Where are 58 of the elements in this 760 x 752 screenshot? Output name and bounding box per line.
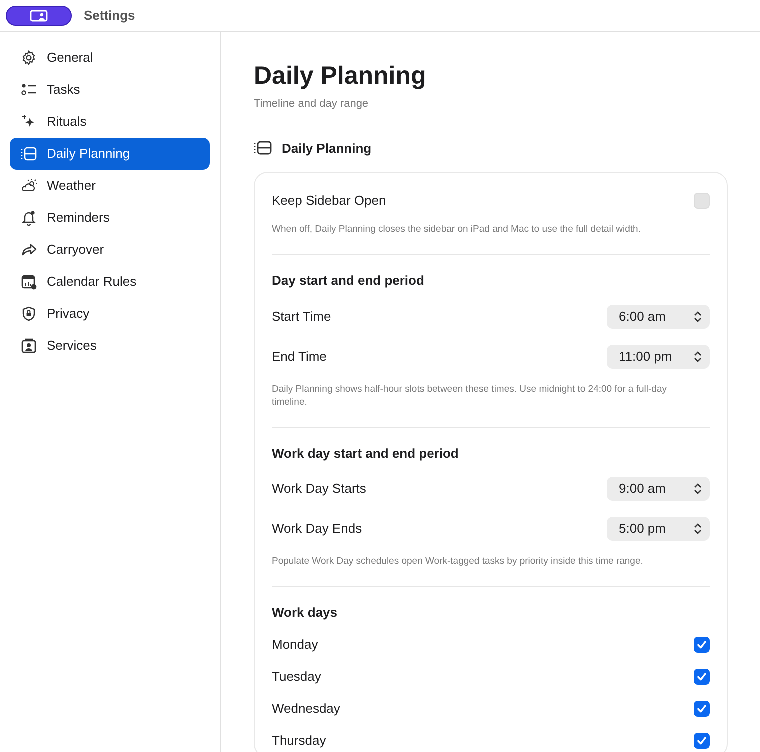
- checkmark-icon: [697, 672, 707, 682]
- page-title: Daily Planning: [254, 61, 428, 92]
- setting-label: Keep Sidebar Open: [272, 192, 386, 210]
- forward-arrow-icon: [21, 242, 37, 258]
- page-subtitle: Timeline and day range: [254, 97, 370, 112]
- sidebar-item[interactable]: Weather: [10, 170, 210, 202]
- stepper-icon: [694, 483, 702, 495]
- checkmark-icon: [697, 736, 707, 746]
- checkbox[interactable]: [694, 668, 710, 684]
- checkmark-icon: [697, 640, 707, 650]
- sun-cloud-icon: [21, 178, 37, 194]
- group-heading: Work day start and end period: [272, 444, 460, 463]
- sidebar-item[interactable]: Carryover: [10, 234, 210, 266]
- sidebar-item[interactable]: Rituals: [10, 106, 210, 138]
- stepper-icon: [694, 350, 702, 362]
- sidebar-item[interactable]: Privacy: [10, 298, 210, 330]
- planner-icon: [254, 141, 272, 156]
- setting-label: Tuesday: [272, 668, 322, 686]
- setting-label: Start Time: [272, 308, 332, 326]
- help-text: When off, Daily Planning closes the sidebar on iPad and Mac to use the full detail width.: [272, 223, 642, 236]
- group-heading: Day start and end period: [272, 272, 426, 290]
- setting-label: Wednesday: [272, 700, 340, 718]
- time-picker[interactable]: 6:00 am: [607, 304, 710, 328]
- help-text: Populate Work Day schedules open Work-tagged tasks by priority inside this time range.: [272, 555, 644, 568]
- checkbox[interactable]: [694, 732, 710, 748]
- sidebar-item[interactable]: Services: [10, 330, 210, 362]
- setting-label: Monday: [272, 636, 318, 654]
- setting-label: Work Day Starts: [272, 480, 366, 498]
- sidebar-item[interactable]: Calendar Rules: [10, 266, 210, 298]
- person-card-icon: [21, 338, 37, 354]
- setting-label: Thursday: [272, 732, 326, 750]
- time-picker[interactable]: 9:00 am: [607, 477, 710, 501]
- checkbox[interactable]: [694, 700, 710, 716]
- window-title: Settings: [84, 6, 136, 25]
- sidebar-item[interactable]: Tasks: [10, 74, 210, 106]
- settings-icon: [21, 50, 37, 66]
- planner-icon: [21, 146, 37, 162]
- shield-lock-icon: [21, 306, 37, 322]
- bell-icon: [21, 210, 37, 226]
- sidebar-item[interactable]: General: [10, 42, 210, 74]
- setting-label: Work Day Ends: [272, 520, 362, 538]
- group-heading: Work days: [272, 604, 339, 622]
- checklist-icon: [21, 82, 37, 98]
- calendar-icon: [21, 274, 37, 290]
- checkbox[interactable]: [694, 193, 710, 209]
- time-picker[interactable]: 5:00 pm: [607, 517, 710, 541]
- sidebar-item[interactable]: Reminders: [10, 202, 210, 234]
- stepper-icon: [694, 523, 702, 535]
- section-title: Daily Planning: [282, 140, 372, 158]
- setting-label: End Time: [272, 348, 327, 366]
- help-text: Daily Planning shows half-hour slots between these times. Use midnight to 24:00 for a full-day timeline.: [272, 382, 668, 408]
- sidebar-toggle-button[interactable]: [6, 6, 72, 26]
- checkbox[interactable]: [694, 636, 710, 652]
- stepper-icon: [694, 310, 702, 322]
- sidebar-icon: [30, 10, 48, 22]
- sidebar-item[interactable]: Daily Planning: [10, 138, 210, 170]
- checkmark-icon: [697, 704, 707, 714]
- time-picker[interactable]: 11:00 pm: [607, 344, 710, 368]
